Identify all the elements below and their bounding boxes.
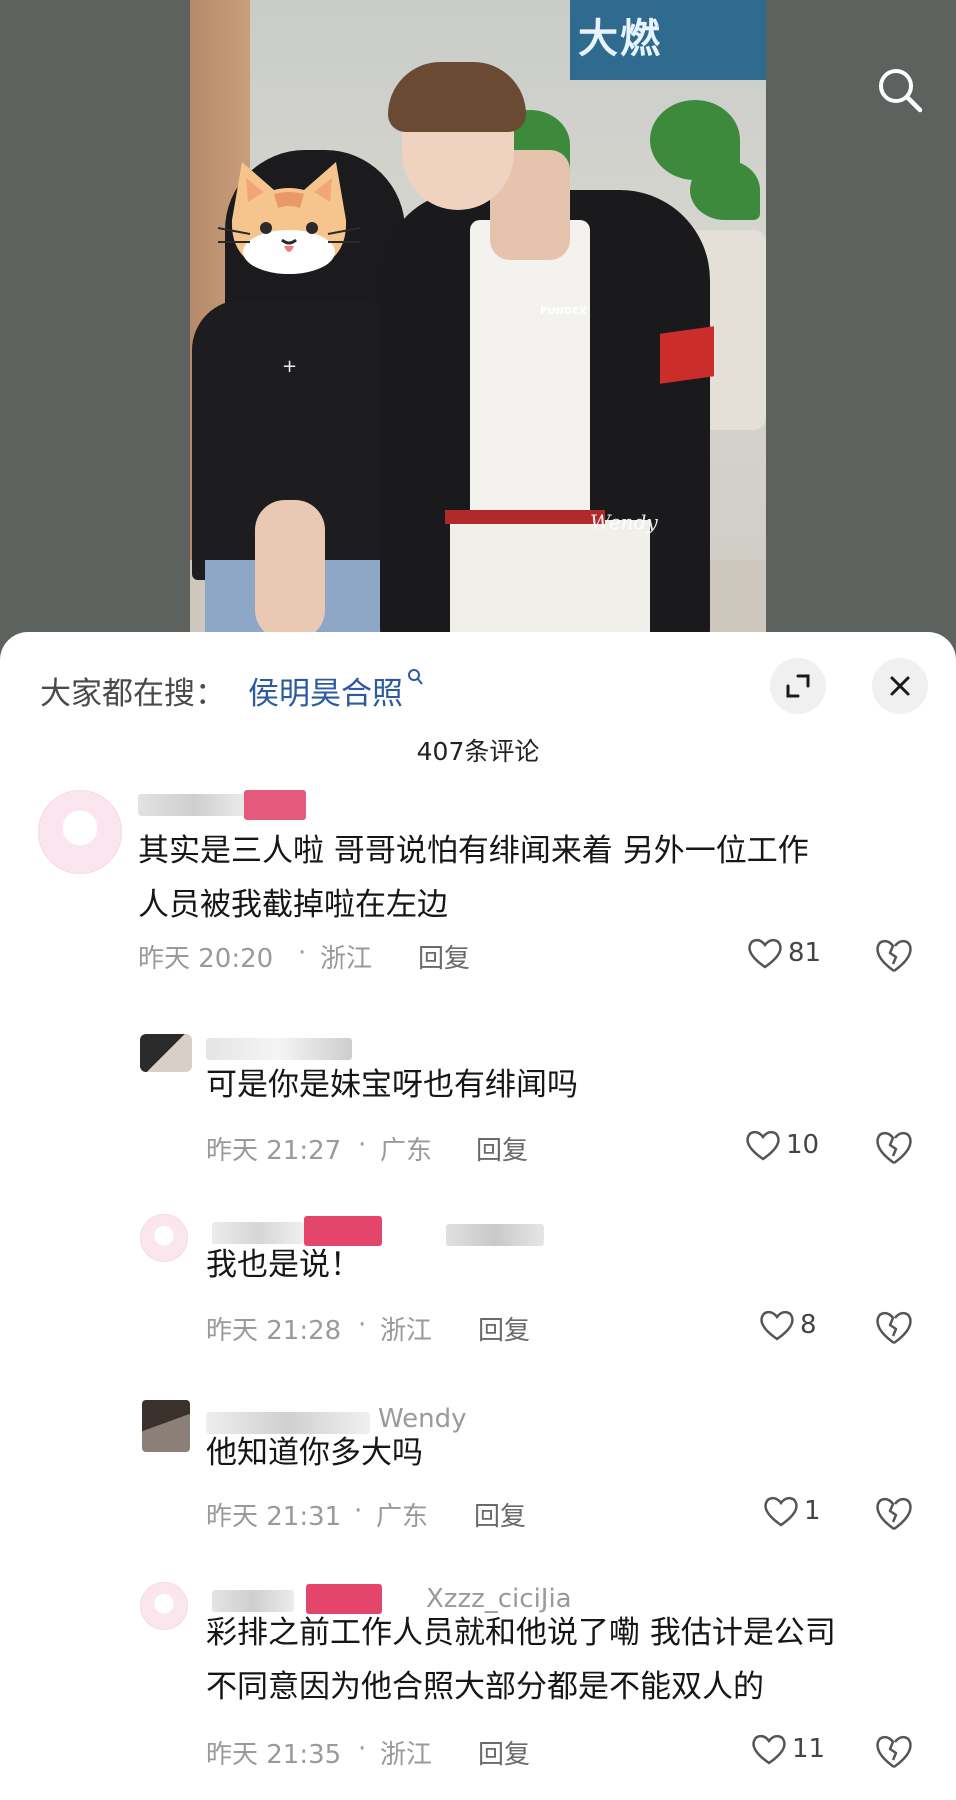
reply-button[interactable]: 回复 xyxy=(476,1130,528,1167)
comment-location: 广东 xyxy=(380,1136,433,1166)
comment-line: 其实是三人啦 哥哥说怕有绯闻来着 另外一位工作 xyxy=(138,833,809,869)
melody-avatar[interactable] xyxy=(140,1214,188,1262)
like-count: 10 xyxy=(786,1130,820,1160)
expand-button[interactable] xyxy=(770,658,826,714)
reply-button[interactable]: 回复 xyxy=(478,1310,530,1347)
trending-search-link[interactable]: 侯明昊合照 xyxy=(248,668,425,713)
comment-line: 不同意因为他合照大部分都是不能双人的 xyxy=(206,1669,764,1705)
plant xyxy=(690,160,760,220)
melody-avatar[interactable] xyxy=(38,790,122,874)
person-pants xyxy=(450,520,650,640)
comment-text: 彩排之前工作人员就和他说了嘞 我估计是公司 不同意因为他合照大部分都是不能双人的 xyxy=(206,1606,906,1714)
broken-heart-icon[interactable] xyxy=(874,1494,914,1534)
person-belt xyxy=(445,510,605,524)
comment-location: 浙江 xyxy=(380,1316,433,1346)
banner: 大燃 xyxy=(570,0,766,80)
like-button[interactable]: 10 xyxy=(744,1128,819,1162)
username-badge-blurred xyxy=(244,790,306,820)
heart-icon xyxy=(748,938,782,969)
comment-time: 昨天 20:20 xyxy=(138,944,274,974)
search-small-icon xyxy=(408,669,423,685)
comment-sheet: 大家都在搜： 侯明昊合照 407条评论 其实是三人啦 哥哥说怕有绯闻来着 另外一… xyxy=(0,632,956,1800)
like-button[interactable]: 8 xyxy=(758,1308,817,1342)
jacket-logo: PUNDEX xyxy=(540,306,587,317)
like-button[interactable]: 81 xyxy=(746,936,821,970)
reply-button[interactable]: 回复 xyxy=(474,1496,526,1533)
like-count: 81 xyxy=(788,938,822,968)
like-button[interactable]: 11 xyxy=(750,1732,825,1766)
reply-item: Xzzz_ciciJia 彩排之前工作人员就和他说了嘞 我估计是公司 不同意因为… xyxy=(0,1582,956,1800)
comment-location: 浙江 xyxy=(380,1740,433,1770)
comment-time: 昨天 21:27 xyxy=(206,1136,342,1166)
comment-count: 407条评论 xyxy=(416,737,540,766)
watermark: Wendy xyxy=(590,510,658,534)
heart-icon xyxy=(764,1496,798,1527)
reply-item: 可是你是妹宝呀也有绯闻吗 昨天 21:27 · 广东 回复 10 xyxy=(0,1034,956,1184)
comment-text: 他知道你多大吗 xyxy=(206,1426,906,1480)
user-avatar[interactable] xyxy=(140,1034,192,1072)
close-icon xyxy=(890,676,910,696)
comment-line: 他知道你多大吗 xyxy=(206,1435,423,1471)
person-arm xyxy=(255,500,325,640)
cat-sticker-icon xyxy=(217,162,361,274)
reply-button[interactable]: 回复 xyxy=(418,938,470,975)
meta-separator: · xyxy=(354,1496,363,1526)
meta-separator: · xyxy=(358,1130,367,1160)
comment-time: 昨天 21:28 xyxy=(206,1316,342,1346)
like-count: 1 xyxy=(804,1496,821,1526)
comment-line: 可是你是妹宝呀也有绯闻吗 xyxy=(206,1067,578,1103)
video-area[interactable]: 大燃 + PUNDEX Wendy xyxy=(0,0,956,640)
jacket-patch xyxy=(660,326,714,384)
close-button[interactable] xyxy=(872,658,928,714)
melody-avatar[interactable] xyxy=(140,1582,188,1630)
broken-heart-icon[interactable] xyxy=(874,1128,914,1168)
comment-location: 浙江 xyxy=(320,944,373,974)
reply-button[interactable]: 回复 xyxy=(478,1734,530,1771)
username-blurred[interactable] xyxy=(138,794,250,816)
banner-text: 大燃 xyxy=(578,16,662,62)
comment-item: 其实是三人啦 哥哥说怕有绯闻来着 另外一位工作 人员被我截掉啦在左边 昨天 20… xyxy=(0,790,956,980)
comment-text: 可是你是妹宝呀也有绯闻吗 xyxy=(206,1058,906,1112)
heart-icon xyxy=(752,1734,786,1765)
comment-line: 我也是说！ xyxy=(206,1247,361,1283)
comment-time: 昨天 21:31 xyxy=(206,1502,342,1532)
like-button[interactable]: 1 xyxy=(762,1494,821,1528)
trending-query: 侯明昊合照 xyxy=(248,676,403,712)
reply-item: Wendy 他知道你多大吗 昨天 21:31 · 广东 回复 1 xyxy=(0,1400,956,1550)
broken-heart-icon[interactable] xyxy=(874,1308,914,1348)
broken-heart-icon[interactable] xyxy=(874,1732,914,1772)
search-icon[interactable] xyxy=(872,62,928,118)
person-hair xyxy=(388,62,526,132)
heart-icon xyxy=(760,1310,794,1341)
meta-separator: · xyxy=(358,1734,367,1764)
user-avatar[interactable] xyxy=(142,1400,190,1452)
photo: 大燃 + PUNDEX Wendy xyxy=(190,0,766,640)
comment-text: 我也是说！ xyxy=(206,1238,906,1292)
like-count: 8 xyxy=(800,1310,817,1340)
comment-text: 其实是三人啦 哥哥说怕有绯闻来着 另外一位工作 人员被我截掉啦在左边 xyxy=(138,824,918,932)
shirt-print: + xyxy=(282,356,298,377)
comment-time: 昨天 21:35 xyxy=(206,1740,342,1770)
sheet-header: 大家都在搜： 侯明昊合照 xyxy=(40,656,928,716)
comment-line: 彩排之前工作人员就和他说了嘞 我估计是公司 xyxy=(206,1615,836,1651)
username-blurred[interactable] xyxy=(206,1038,352,1060)
meta-separator: · xyxy=(358,1310,367,1340)
reply-item: 我也是说！ 昨天 21:28 · 浙江 回复 8 xyxy=(0,1214,956,1364)
heart-icon xyxy=(746,1130,780,1161)
comment-line: 人员被我截掉啦在左边 xyxy=(138,887,448,923)
like-count: 11 xyxy=(792,1734,826,1764)
broken-heart-icon[interactable] xyxy=(874,936,914,976)
meta-separator: · xyxy=(298,938,307,968)
expand-icon xyxy=(786,674,810,698)
trending-label: 大家都在搜： xyxy=(40,676,226,712)
comment-location: 广东 xyxy=(376,1502,429,1532)
person-shirt xyxy=(470,220,590,520)
